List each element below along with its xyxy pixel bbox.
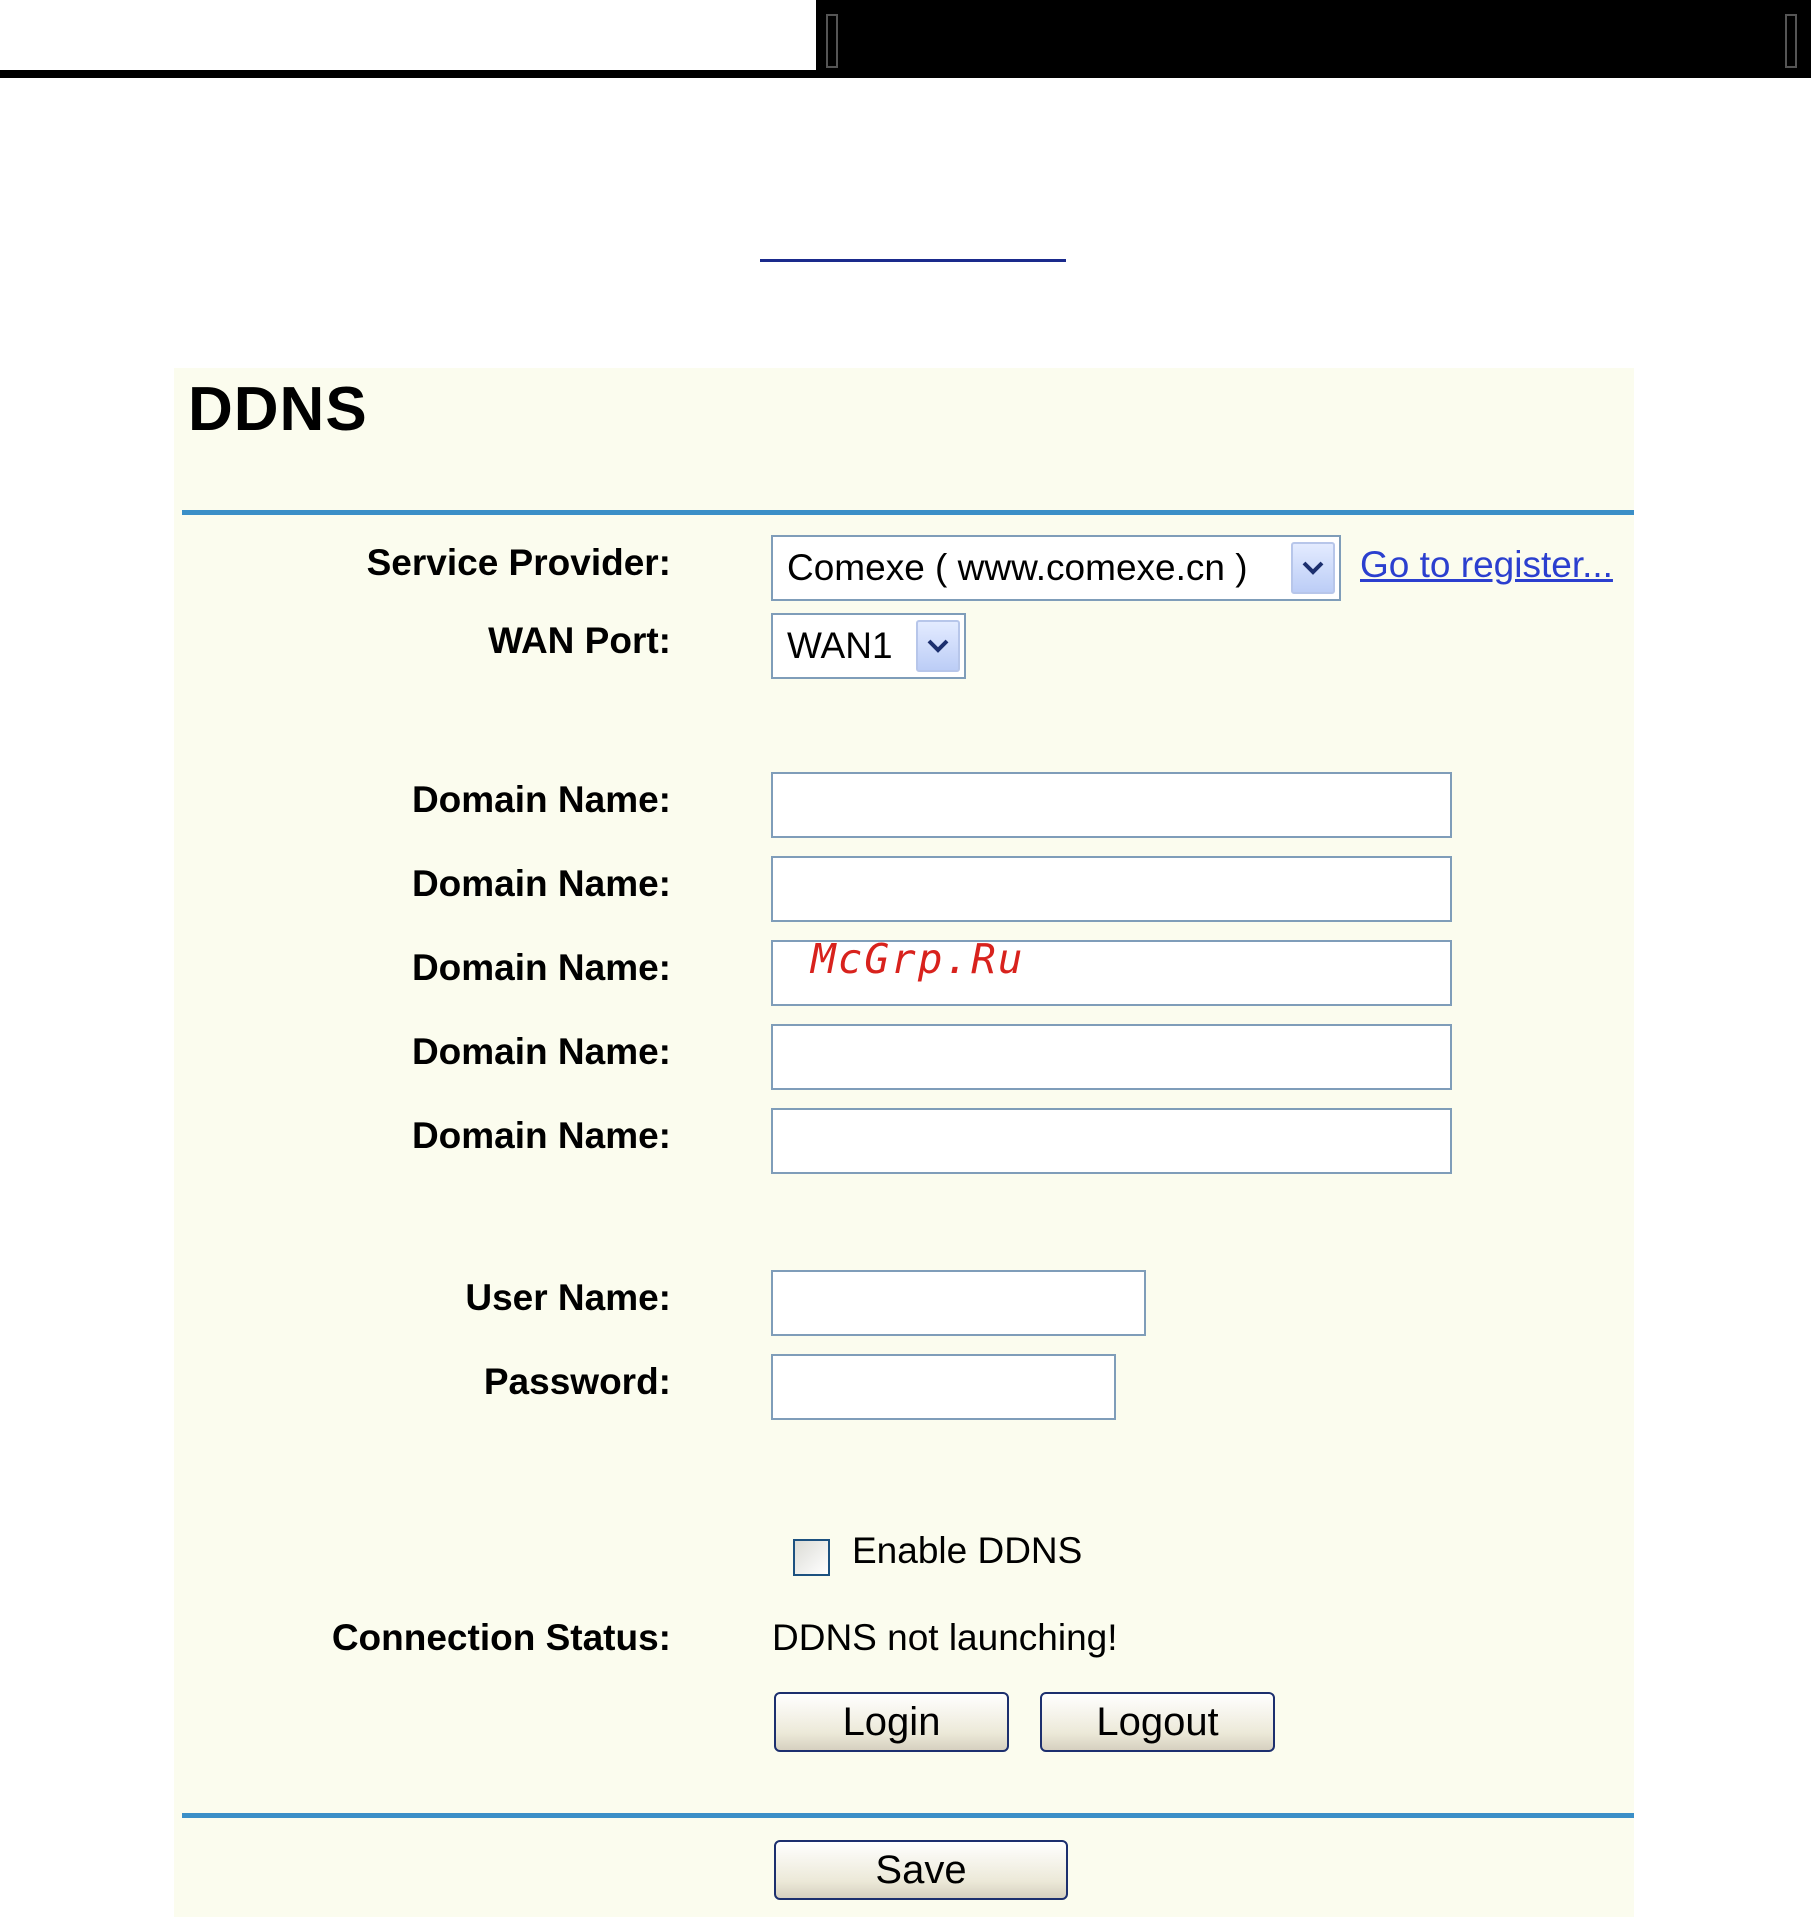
chevron-down-icon[interactable] xyxy=(916,620,960,672)
divider-bottom xyxy=(182,1813,1634,1818)
domain-name-label: Domain Name: xyxy=(411,1031,671,1072)
user-name-input[interactable] xyxy=(771,1270,1146,1336)
domain-name-input-2[interactable] xyxy=(771,856,1452,922)
enable-ddns-label[interactable]: Enable DDNS xyxy=(852,1530,1082,1572)
domain-name-input-5[interactable] xyxy=(771,1108,1452,1174)
page-title: DDNS xyxy=(188,375,368,444)
domain-name-input-1[interactable] xyxy=(771,772,1452,838)
header-rule xyxy=(0,70,816,78)
wan-port-label: WAN Port: xyxy=(488,620,671,661)
service-provider-value: Comexe ( www.comexe.cn ) xyxy=(787,547,1248,588)
domain-name-label: Domain Name: xyxy=(411,947,671,988)
domain-name-input-4[interactable] xyxy=(771,1024,1452,1090)
connection-status-value: DDNS not launching! xyxy=(772,1617,1118,1658)
header-bar xyxy=(816,0,1811,78)
logout-button[interactable]: Logout xyxy=(1040,1692,1275,1752)
chevron-down-icon[interactable] xyxy=(1291,542,1335,594)
wan-port-select[interactable]: WAN1 xyxy=(771,613,966,679)
header-marker-right xyxy=(1785,14,1797,68)
enable-ddns-checkbox[interactable] xyxy=(793,1539,830,1576)
connection-status-label: Connection Status: xyxy=(331,1617,671,1658)
password-label: Password: xyxy=(483,1361,671,1402)
login-button[interactable]: Login xyxy=(774,1692,1009,1752)
watermark: McGrp.Ru xyxy=(811,935,1025,983)
domain-name-label: Domain Name: xyxy=(411,779,671,820)
save-button[interactable]: Save xyxy=(774,1840,1068,1900)
header-marker-left xyxy=(826,14,838,68)
go-to-register-link[interactable]: Go to register... xyxy=(1360,544,1613,586)
password-input[interactable] xyxy=(771,1354,1116,1420)
user-name-label: User Name: xyxy=(465,1277,671,1318)
divider-top xyxy=(182,510,1634,515)
service-provider-select[interactable]: Comexe ( www.comexe.cn ) xyxy=(771,535,1341,601)
wan-port-value: WAN1 xyxy=(787,625,893,666)
domain-name-label: Domain Name: xyxy=(411,1115,671,1156)
service-provider-label: Service Provider: xyxy=(366,542,671,583)
header-underline xyxy=(760,259,1066,262)
domain-name-label: Domain Name: xyxy=(411,863,671,904)
